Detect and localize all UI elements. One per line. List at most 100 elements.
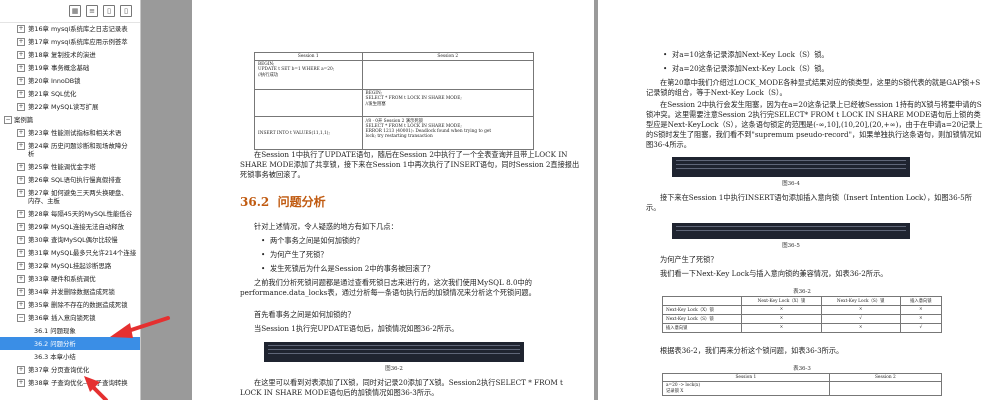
- toc-chapter[interactable]: + 第21章 SQL优化: [0, 87, 140, 100]
- toc-label: 第36章 插入意向锁死锁: [28, 313, 96, 322]
- expand-icon[interactable]: +: [17, 129, 25, 137]
- toc-label: 第26章 SQL语句执行慢真假排查: [28, 175, 122, 184]
- list-item: 发生死锁后为什么是Session 2中的事务被回滚了？: [261, 264, 434, 274]
- paragraph: 针对上述情况，令人疑惑的地方有如下几点：: [254, 222, 398, 231]
- table-caption: 表36-2: [793, 289, 811, 295]
- toc-chapter[interactable]: + 第19章 事务概念基础: [0, 61, 140, 74]
- section-heading: 36.2 问题分析: [240, 193, 326, 210]
- expand-icon[interactable]: +: [17, 236, 25, 244]
- expand-icon[interactable]: +: [17, 275, 25, 283]
- table-cell: [828, 381, 943, 396]
- table-cell: ×: [820, 323, 901, 333]
- outline-sidebar: ▦ ≡ ▯ ▯ + 第16章 mysql系统库之日志记录表 + 第17章 mysql系…: [0, 0, 141, 400]
- list-item: 两个事务之间是如何加锁的？: [261, 236, 363, 246]
- toc-label: 36.2 问题分析: [34, 339, 76, 348]
- toc-chapter[interactable]: + 第16章 mysql系统库之日志记录表: [0, 22, 140, 35]
- expand-icon[interactable]: +: [17, 176, 25, 184]
- expand-icon[interactable]: +: [17, 249, 25, 257]
- toc-label: 第16章 mysql系统库之日志记录表: [28, 24, 128, 33]
- bookmark-alt-icon[interactable]: ▯: [120, 5, 132, 17]
- toc-label: 第20章 InnoDB锁: [28, 76, 81, 85]
- toc-chapter[interactable]: + 第29章 MySQL连接无法自动释放: [0, 220, 140, 233]
- expand-icon[interactable]: +: [17, 288, 25, 296]
- toc-chapter[interactable]: + 第38章 子查询优化——子查询转换: [0, 376, 140, 389]
- toc-label: 第28章 每隔45天的MySQL性能低谷: [28, 209, 133, 218]
- grid-icon[interactable]: ▦: [69, 5, 81, 17]
- toc-label: 第22章 MySQL读写扩展: [28, 102, 99, 111]
- table-cell: [361, 60, 535, 90]
- table-header: [661, 296, 743, 306]
- expand-icon[interactable]: +: [17, 223, 25, 231]
- expand-icon[interactable]: +: [17, 189, 25, 197]
- bookmark-icon[interactable]: ▯: [103, 5, 115, 17]
- table-header: 插入意向锁: [899, 296, 943, 306]
- toc-list: + 第16章 mysql系统库之日志记录表 + 第17章 mysql系统库应用示例荟萃…: [0, 22, 140, 389]
- document-page-left: Session 1 Session 2 BEGIN; UPDATE t SET …: [192, 0, 594, 400]
- table-cell: Next-Key Lock（X）锁: [661, 305, 743, 315]
- toc-chapter[interactable]: + 第32章 MySQL挂起诊断思路: [0, 259, 140, 272]
- expand-icon[interactable]: +: [17, 163, 25, 171]
- toc-chapter[interactable]: + 第17章 mysql系统库应用示例荟萃: [0, 35, 140, 48]
- table-row: Next-Key Lock（X）锁 × × ×: [661, 305, 943, 315]
- table-row: INSERT INTO t VALUES(11,1,1); //8 · 0开 S…: [254, 116, 535, 150]
- toc-subitem[interactable]: 36.1 问题现象: [0, 324, 140, 337]
- toc-subitem[interactable]: 36.2 问题分析: [0, 337, 140, 350]
- toc-chapter[interactable]: + 第26章 SQL语句执行慢真假排查: [0, 173, 140, 186]
- expand-icon[interactable]: +: [17, 142, 25, 150]
- toc-chapter[interactable]: + 第22章 MySQL读写扩展: [0, 100, 140, 113]
- toc-chapter[interactable]: − 第36章 插入意向锁死锁: [0, 311, 140, 324]
- paragraph: 首先看事务之间是如何加锁的？: [254, 310, 355, 319]
- toc-chapter[interactable]: + 第27章 如何避免三天两头换硬盘、内存、主板: [0, 186, 132, 207]
- expand-icon[interactable]: +: [17, 366, 25, 374]
- expand-icon[interactable]: +: [17, 25, 25, 33]
- expand-icon[interactable]: +: [17, 64, 25, 72]
- expand-icon[interactable]: +: [17, 51, 25, 59]
- toc-chapter[interactable]: + 第18章 复制技术的演进: [0, 48, 140, 61]
- toc-chapter[interactable]: + 第31章 MySQL最多只允许214个连接: [0, 246, 140, 259]
- toc-label: 第30章 查询MySQL偶尔比较慢: [28, 235, 118, 244]
- expand-icon[interactable]: +: [17, 210, 25, 218]
- toc-chapter[interactable]: + 第20章 InnoDB锁: [0, 74, 140, 87]
- expand-icon[interactable]: +: [17, 262, 25, 270]
- toc-chapter[interactable]: + 第28章 每隔45天的MySQL性能低谷: [0, 207, 140, 220]
- table-row: BEGIN; SELECT * FROM t LOCK IN SHARE MOD…: [254, 89, 535, 117]
- bookmark-list-icon[interactable]: ≡: [86, 5, 98, 17]
- toc-chapter[interactable]: + 第25章 性能调优金字塔: [0, 160, 140, 173]
- expand-icon[interactable]: +: [17, 379, 25, 387]
- toc-label: 第23章 性能测试指标和相关术语: [28, 128, 122, 137]
- toc-chapter[interactable]: + 第23章 性能测试指标和相关术语: [0, 126, 140, 139]
- toc-chapter[interactable]: + 第24章 历史问题诊断和现场故障分析: [0, 139, 132, 160]
- toc-chapter[interactable]: + 第33章 硬件和系统调优: [0, 272, 140, 285]
- table-cell: Next-Key Lock（S）锁: [661, 314, 743, 324]
- table-cell: [254, 89, 363, 117]
- document-page-right: 对a=10这条记录添加Next-Key Lock（S）锁。 对a=20这条记录添…: [598, 0, 998, 400]
- toc-chapter[interactable]: + 第35章 删除不存在的数据造成死锁: [0, 298, 140, 311]
- session-table: Session 1 Session 2 BEGIN; UPDATE t SET …: [254, 52, 535, 150]
- toc-label: 第19章 事务概念基础: [28, 63, 90, 72]
- table-caption: 表36-3: [793, 366, 811, 372]
- toc-label: 第17章 mysql系统库应用示例荟萃: [28, 37, 128, 46]
- paragraph: 根据表36-2，我们再来分析这个锁问题，如表36-3所示。: [660, 346, 844, 355]
- collapse-icon[interactable]: −: [4, 116, 12, 124]
- toc-label: 第21章 SQL优化: [28, 89, 77, 98]
- toc-label: 36.1 问题现象: [34, 326, 76, 335]
- expand-icon[interactable]: +: [17, 77, 25, 85]
- expand-icon[interactable]: +: [17, 301, 25, 309]
- collapse-icon[interactable]: −: [17, 314, 25, 322]
- table-cell: BEGIN; UPDATE t SET b=1 WHERE a=20; //执行…: [254, 60, 363, 90]
- toc-chapter[interactable]: + 第37章 分页查询优化: [0, 363, 140, 376]
- table-cell: 插入意向锁: [661, 323, 743, 333]
- expand-icon[interactable]: +: [17, 90, 25, 98]
- toc-chapter[interactable]: + 第30章 查询MySQL偶尔比较慢: [0, 233, 140, 246]
- expand-icon[interactable]: +: [17, 38, 25, 46]
- toc-label: 第29章 MySQL连接无法自动释放: [28, 222, 125, 231]
- toc-chapter[interactable]: + 第34章 并发删除数据造成死锁: [0, 285, 140, 298]
- toc-label: 第32章 MySQL挂起诊断思路: [28, 261, 112, 270]
- table-header: Session 2: [828, 373, 943, 382]
- expand-icon[interactable]: +: [17, 103, 25, 111]
- toc-subitem[interactable]: 36.3 本章小结: [0, 350, 140, 363]
- toc-part[interactable]: − 案例篇: [0, 113, 140, 126]
- table-cell: ×: [741, 323, 822, 333]
- toc-label: 第24章 历史问题诊断和现场故障分析: [28, 141, 128, 158]
- list-item: 对a=20这条记录添加Next-Key Lock（S）锁。: [663, 64, 829, 74]
